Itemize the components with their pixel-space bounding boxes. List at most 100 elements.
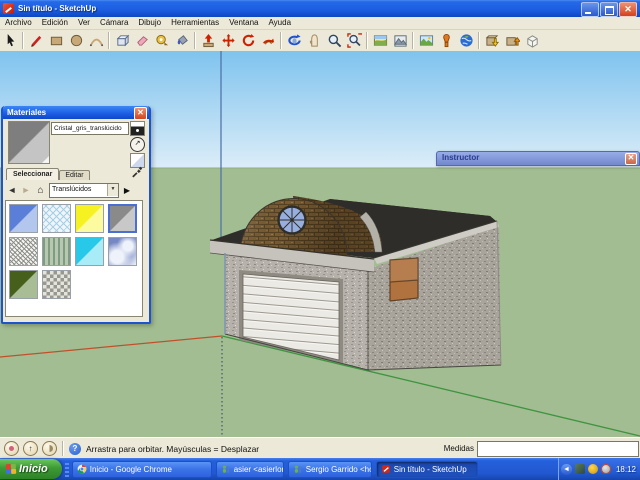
- toolbar-separator: [412, 32, 414, 49]
- 3d-viewport[interactable]: Materiales ✕ Cristal_gris_translúcido ↗ …: [0, 51, 640, 437]
- zoom-icon: [327, 33, 342, 48]
- person-status-icon: [9, 446, 14, 451]
- tool-3d-warehouse-button[interactable]: [522, 31, 542, 50]
- menu-edicion[interactable]: Edición: [37, 17, 73, 29]
- tab-seleccionar[interactable]: Seleccionar: [6, 168, 59, 180]
- pan-icon: [307, 33, 322, 48]
- moon-status-icon: [46, 445, 53, 452]
- tool-line-button[interactable]: [26, 31, 46, 50]
- tool-rotate-button[interactable]: [238, 31, 258, 50]
- taskbar-item-label: Inicio - Google Chrome: [90, 465, 172, 474]
- tool-get-models-button[interactable]: [482, 31, 502, 50]
- forward-arrow-button[interactable]: ►: [20, 184, 32, 197]
- taskbar-divider: [65, 461, 69, 477]
- tray-chevron-icon[interactable]: ◄: [561, 464, 572, 475]
- menu-bar: ArchivoEdiciónVerCámaraDibujoHerramienta…: [0, 17, 640, 30]
- set-default-material-button[interactable]: ↗: [130, 137, 145, 152]
- secondary-pane-button[interactable]: ▶: [121, 186, 133, 195]
- sketchup-app-icon: [3, 3, 14, 14]
- tool-eraser-button[interactable]: [132, 31, 152, 50]
- tool-get-current-view-button[interactable]: [370, 31, 390, 50]
- collection-value: Translúcidos: [52, 186, 91, 193]
- tool-zoom-extents-button[interactable]: [344, 31, 364, 50]
- home-icon[interactable]: ⌂: [34, 184, 47, 197]
- menu-herramientas[interactable]: Herramientas: [166, 17, 224, 29]
- menu-camara[interactable]: Cámara: [95, 17, 133, 29]
- taskbar-item-2[interactable]: Sergio Garrido <howli...: [288, 461, 372, 478]
- material-swatch-cielo-nublado[interactable]: [108, 237, 137, 266]
- tool-zoom-button[interactable]: [324, 31, 344, 50]
- material-swatch-azul-translucido[interactable]: [9, 204, 38, 233]
- tool-pan-button[interactable]: [304, 31, 324, 50]
- tool-select-button[interactable]: [0, 31, 20, 50]
- material-name-field[interactable]: Cristal_gris_translúcido: [51, 122, 129, 135]
- restore-button[interactable]: [600, 2, 618, 17]
- back-arrow-button[interactable]: ◄: [6, 184, 18, 197]
- tool-push-pull-button[interactable]: [198, 31, 218, 50]
- create-material-button[interactable]: [130, 121, 145, 136]
- tape-measure-icon: [155, 33, 170, 48]
- menu-dibujo[interactable]: Dibujo: [133, 17, 166, 29]
- instructor-close-button[interactable]: ✕: [625, 153, 637, 165]
- sample-paint-button[interactable]: [131, 164, 144, 178]
- tool-orbit-button[interactable]: [284, 31, 304, 50]
- tool-place-model-button[interactable]: [436, 31, 456, 50]
- tool-offset-button[interactable]: [258, 31, 278, 50]
- instructor-panel[interactable]: Instructor ✕: [436, 151, 640, 166]
- help-icon[interactable]: ?: [69, 443, 81, 455]
- tool-arc-button[interactable]: [86, 31, 106, 50]
- window-title: Sin título - SketchUp: [18, 4, 96, 13]
- materials-panel-titlebar[interactable]: Materiales ✕: [3, 106, 149, 119]
- status-circle-upload[interactable]: ↑: [23, 441, 38, 456]
- contact-icon: [221, 464, 231, 474]
- sketchup-icon: [381, 464, 391, 474]
- chevron-down-icon[interactable]: ▼: [107, 184, 118, 196]
- taskbar-item-label: asier <asierlorenzo@...: [234, 465, 284, 474]
- materials-close-button[interactable]: ✕: [134, 107, 147, 120]
- tool-paint-bucket-button[interactable]: [172, 31, 192, 50]
- material-swatch-cristal-gris-translucido[interactable]: [108, 204, 137, 233]
- material-swatch-cian-translucido[interactable]: [75, 237, 104, 266]
- close-button[interactable]: ✕: [619, 2, 637, 17]
- taskbar-item-0[interactable]: Inicio - Google Chrome: [72, 461, 212, 478]
- material-swatch-moteado[interactable]: [9, 237, 38, 266]
- menu-ayuda[interactable]: Ayuda: [263, 17, 296, 29]
- measurements-input[interactable]: [477, 441, 639, 457]
- tray-photo-icon[interactable]: [575, 464, 585, 474]
- tool-rectangle-button[interactable]: [46, 31, 66, 50]
- measurements-label: Medidas: [444, 444, 474, 453]
- tool-toggle-terrain-button[interactable]: [390, 31, 410, 50]
- material-swatch-verde-oscuro[interactable]: [9, 270, 38, 299]
- menu-archivo[interactable]: Archivo: [0, 17, 37, 29]
- google-earth-icon: [459, 33, 474, 48]
- menu-ventana[interactable]: Ventana: [224, 17, 263, 29]
- start-label: Inicio: [19, 463, 48, 475]
- status-circle-moon[interactable]: [42, 441, 57, 456]
- tool-photo-textures-button[interactable]: [416, 31, 436, 50]
- tab-editar[interactable]: Editar: [59, 170, 89, 180]
- collection-dropdown[interactable]: Translúcidos ▼: [49, 183, 119, 198]
- tray-clock: 18:12: [616, 465, 636, 474]
- tray-messenger-icon[interactable]: [588, 464, 598, 474]
- taskbar-item-3[interactable]: Sin título - SketchUp: [376, 461, 478, 478]
- taskbar-item-1[interactable]: asier <asierlorenzo@...: [216, 461, 284, 478]
- start-button[interactable]: Inicio: [0, 459, 62, 479]
- tool-circle-button[interactable]: [66, 31, 86, 50]
- minimize-button[interactable]: [581, 2, 599, 17]
- tool-tape-measure-button[interactable]: [152, 31, 172, 50]
- material-swatch-canas-verdes[interactable]: [42, 237, 71, 266]
- material-swatch-amarillo-translucido[interactable]: [75, 204, 104, 233]
- status-bar: ↑ ? Arrastra para orbitar. Mayúsculas = …: [0, 437, 640, 459]
- status-circle-person[interactable]: [4, 441, 19, 456]
- tray-update-icon[interactable]: [601, 464, 611, 474]
- divider: [62, 441, 64, 456]
- eyedropper-icon: [131, 164, 144, 178]
- tool-move-button[interactable]: [218, 31, 238, 50]
- tool-google-earth-button[interactable]: [456, 31, 476, 50]
- tool-share-model-button[interactable]: [502, 31, 522, 50]
- zoom-extents-icon: [347, 33, 362, 48]
- menu-ver[interactable]: Ver: [73, 17, 95, 29]
- material-swatch-vidrio-estampado[interactable]: [42, 204, 71, 233]
- material-swatch-baldosa-gris[interactable]: [42, 270, 71, 299]
- tool-make-component-button[interactable]: [112, 31, 132, 50]
